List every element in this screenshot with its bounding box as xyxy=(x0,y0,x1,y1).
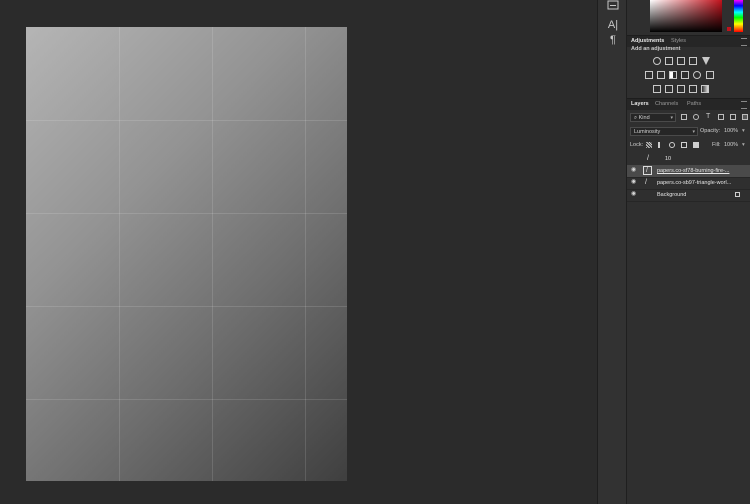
gradient-map-icon[interactable] xyxy=(701,85,709,93)
guide-line xyxy=(305,27,306,481)
eye-icon[interactable]: ◉ xyxy=(631,167,638,173)
right-panel-dock: Adjustments Styles Add an adjustment Lay… xyxy=(627,0,750,504)
lock-artboard-icon[interactable] xyxy=(681,142,687,148)
guide-line xyxy=(26,120,347,121)
lock-position-icon[interactable] xyxy=(669,142,675,148)
tab-paths[interactable]: Paths xyxy=(687,100,701,109)
layer-row[interactable]: ◉ Background xyxy=(627,189,750,202)
hue-saturation-icon[interactable] xyxy=(645,71,653,79)
lock-pixels-icon[interactable] xyxy=(658,142,660,148)
fill-label: Fill: xyxy=(712,142,721,148)
layers-tabbar: Layers Channels Paths xyxy=(627,98,750,110)
type-filter-icon[interactable]: T xyxy=(706,113,712,120)
eye-icon[interactable]: ◉ xyxy=(631,179,638,185)
adjustment-filter-icon[interactable] xyxy=(693,114,699,120)
tab-layers[interactable]: Layers xyxy=(631,100,649,109)
panel-menu-icon[interactable] xyxy=(741,38,747,46)
pixel-filter-icon[interactable] xyxy=(681,114,687,120)
lock-icon xyxy=(735,192,740,197)
navigator-icon[interactable] xyxy=(606,0,620,14)
panel-menu-icon[interactable] xyxy=(741,101,747,109)
document-workspace[interactable] xyxy=(0,0,597,504)
collapsed-panel-strip: A| ¶ xyxy=(598,0,627,504)
brightness-contrast-icon[interactable] xyxy=(653,57,661,65)
tab-styles[interactable]: Styles xyxy=(671,37,686,46)
shape-filter-icon[interactable] xyxy=(718,114,724,120)
curves-icon[interactable] xyxy=(677,57,685,65)
filter-toggle-icon[interactable] xyxy=(742,114,748,120)
visibility-toggle[interactable] xyxy=(631,156,638,161)
guide-line xyxy=(26,306,347,307)
filter-kind-value: Kind xyxy=(638,115,650,121)
opacity-value[interactable]: 100% xyxy=(724,127,738,136)
lock-options xyxy=(646,142,701,151)
guide-line xyxy=(26,213,347,214)
document-canvas[interactable] xyxy=(26,27,347,481)
paragraph-icon[interactable]: ¶ xyxy=(606,33,620,47)
brush-icon: / xyxy=(646,167,648,174)
fill-value[interactable]: 100% xyxy=(724,141,738,150)
photo-filter-icon[interactable] xyxy=(681,71,689,79)
character-panel-icon[interactable]: A| xyxy=(606,18,620,32)
brush-icon: / xyxy=(647,155,649,162)
guide-line xyxy=(26,399,347,400)
layer-filter-icons: T xyxy=(681,113,749,123)
guide-line xyxy=(119,27,120,481)
layer-name[interactable]: papers.co-sf78-burning-fire-... xyxy=(657,165,739,177)
black-white-icon[interactable] xyxy=(669,71,677,79)
channel-mixer-icon[interactable] xyxy=(693,71,701,79)
guide-line xyxy=(212,27,213,481)
chevron-down-icon[interactable]: ▾ xyxy=(742,127,745,136)
chevron-down-icon: ▾ xyxy=(692,129,695,135)
adjustments-caption: Add an adjustment xyxy=(631,46,681,52)
lock-label: Lock: xyxy=(630,142,644,148)
blend-mode-select[interactable]: Luminosity ▾ xyxy=(630,127,698,136)
invert-icon[interactable] xyxy=(653,85,661,93)
lock-all-icon[interactable] xyxy=(693,142,699,148)
brush-icon: / xyxy=(645,179,647,186)
posterize-icon[interactable] xyxy=(665,85,673,93)
smart-object-filter-icon[interactable] xyxy=(730,114,736,120)
vibrance-icon[interactable] xyxy=(702,57,710,65)
hue-slider[interactable] xyxy=(734,0,743,32)
levels-icon[interactable] xyxy=(665,57,673,65)
layer-name[interactable]: Background xyxy=(657,189,739,201)
search-icon: ⌕ xyxy=(634,115,638,121)
threshold-icon[interactable] xyxy=(677,85,685,93)
exposure-icon[interactable] xyxy=(689,57,697,65)
blend-mode-value: Luminosity xyxy=(634,129,661,135)
color-lookup-icon[interactable] xyxy=(706,71,714,79)
tab-channels[interactable]: Channels xyxy=(655,100,678,109)
chevron-down-icon[interactable]: ▾ xyxy=(742,141,745,150)
color-field[interactable] xyxy=(650,0,722,32)
tab-adjustments[interactable]: Adjustments xyxy=(631,37,664,46)
chevron-down-icon: ▾ xyxy=(670,115,673,121)
color-marker xyxy=(727,27,731,31)
layer-name[interactable]: 10 xyxy=(665,153,747,165)
opacity-label: Opacity: xyxy=(700,128,721,134)
layer-name[interactable]: papers.co-sb97-triangle-worl... xyxy=(657,177,739,189)
color-balance-icon[interactable] xyxy=(657,71,665,79)
filter-kind-select[interactable]: ⌕ Kind ▾ xyxy=(630,113,676,122)
lock-transparent-icon[interactable] xyxy=(646,142,652,148)
eye-icon[interactable]: ◉ xyxy=(631,191,638,197)
selective-color-icon[interactable] xyxy=(689,85,697,93)
